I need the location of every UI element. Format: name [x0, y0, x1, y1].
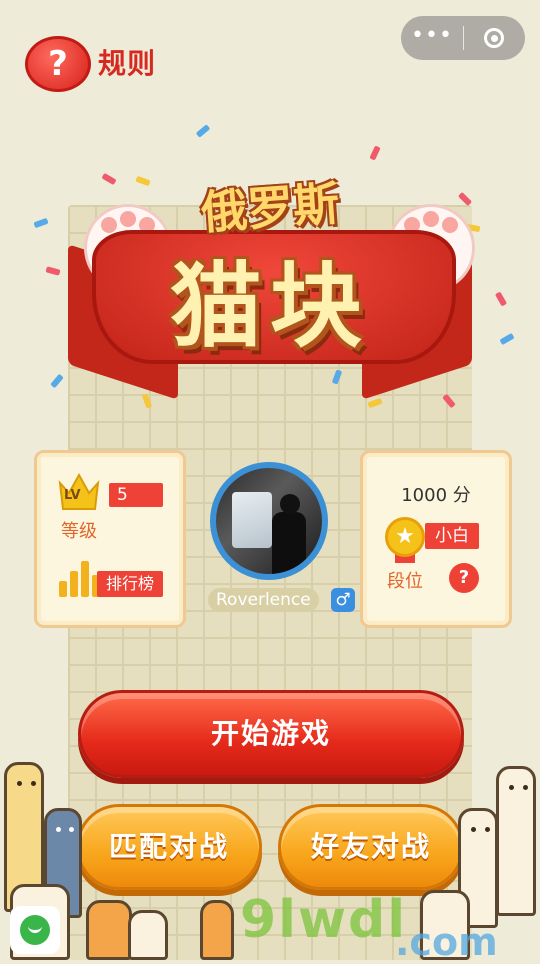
- confetti-piece: [494, 291, 508, 307]
- miniprogram-capsule: •••: [401, 16, 525, 60]
- cat-illustration: [200, 900, 234, 960]
- male-gender-icon: ♂: [331, 588, 355, 612]
- logo-title-main: 猫块: [169, 253, 370, 360]
- rank-tier-label: 段位: [387, 571, 423, 592]
- confetti-piece: [135, 175, 151, 187]
- avatar[interactable]: [210, 462, 328, 580]
- cat-illustration: [86, 900, 132, 960]
- level-label: 等级: [61, 521, 97, 542]
- confetti-piece: [45, 266, 61, 276]
- watermark-domain: .com: [395, 920, 498, 964]
- tier-help-icon[interactable]: ?: [449, 563, 479, 593]
- close-target-icon[interactable]: [464, 16, 524, 60]
- confetti-piece: [369, 145, 381, 161]
- rank-tier-value: 小白: [425, 523, 479, 549]
- rules-label[interactable]: 规则: [98, 42, 156, 82]
- level-value: 5: [109, 483, 163, 507]
- match-battle-button[interactable]: 匹配对战: [76, 804, 262, 890]
- confetti-piece: [195, 124, 211, 138]
- help-question-icon[interactable]: ?: [25, 36, 91, 92]
- confetti-piece: [50, 373, 64, 389]
- confetti-piece: [33, 217, 49, 229]
- start-game-button[interactable]: 开始游戏: [78, 690, 464, 778]
- score-text: 1000 分: [401, 485, 471, 506]
- confetti-piece: [499, 332, 515, 346]
- username: Roverlence: [208, 588, 319, 612]
- confetti-piece: [101, 172, 117, 186]
- watermark-logo: 9lwdl: [240, 890, 408, 950]
- cat-illustration: [496, 766, 536, 916]
- customer-service-chat-icon[interactable]: [10, 906, 60, 954]
- star-medal-icon: ★: [385, 517, 425, 557]
- rank-tier-card: 1000 分 ★ 小白 段位 ?: [360, 450, 512, 628]
- cat-illustration: [128, 910, 168, 960]
- friend-battle-button[interactable]: 好友对战: [278, 804, 464, 890]
- confetti-piece: [457, 191, 473, 207]
- level-card: LV 5 等级 排行榜: [34, 450, 186, 628]
- leaderboard-button[interactable]: 排行榜: [97, 571, 163, 597]
- level-badge-text: LV: [64, 488, 81, 503]
- more-dots-icon[interactable]: •••: [401, 16, 463, 60]
